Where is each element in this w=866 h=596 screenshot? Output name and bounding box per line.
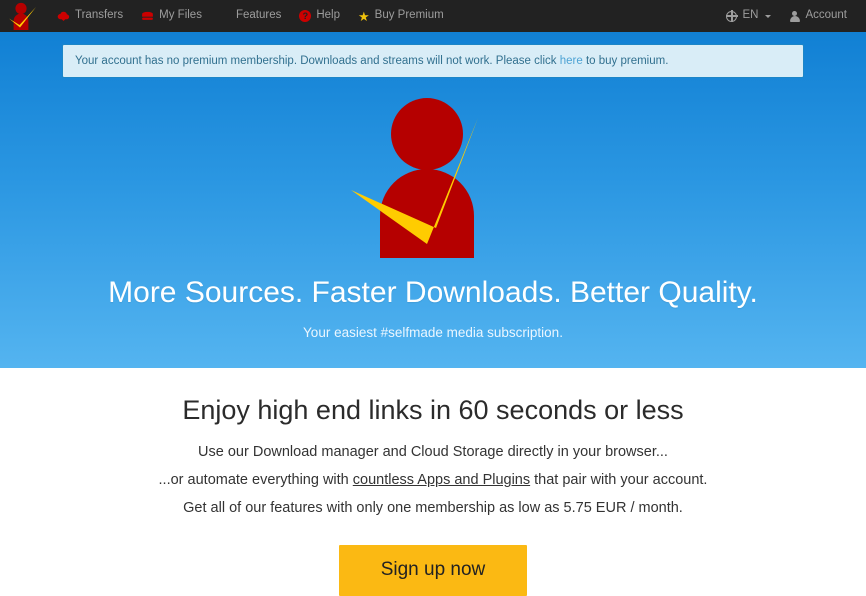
apps-and-plugins-link[interactable]: countless Apps and Plugins	[353, 472, 530, 488]
hero-subtitle: Your easiest #selfmade media subscriptio…	[303, 324, 563, 340]
navbar-right-group: EN Account	[717, 4, 856, 28]
nav-item-label: Transfers	[75, 9, 124, 22]
section-line-2: ...or automate everything with countless…	[0, 470, 866, 491]
nav-item-label: Buy Premium	[374, 9, 444, 22]
star-icon: ★	[358, 8, 370, 24]
alert-text-after: to buy premium.	[582, 55, 669, 67]
alert-buy-premium-link[interactable]: here	[560, 55, 583, 67]
main-section: Enjoy high end links in 60 seconds or le…	[0, 368, 866, 596]
files-stack-icon	[141, 11, 154, 22]
nav-item-my-files[interactable]: My Files	[132, 4, 211, 28]
question-circle-icon: ?	[299, 10, 312, 22]
language-label: EN	[742, 9, 759, 22]
section-heading: Enjoy high end links in 60 seconds or le…	[182, 395, 684, 425]
cloud-download-icon	[57, 11, 70, 22]
nav-item-buy-premium[interactable]: ★ Buy Premium	[349, 4, 453, 29]
nav-item-label: My Files	[159, 9, 202, 22]
hero-title: More Sources. Faster Downloads. Better Q…	[108, 276, 758, 310]
nav-item-transfers[interactable]: Transfers	[48, 4, 132, 28]
sign-up-button[interactable]: Sign up now	[338, 545, 528, 596]
section-line-1: Use our Download manager and Cloud Stora…	[198, 444, 668, 461]
nav-item-label: Features	[235, 9, 282, 22]
user-icon	[789, 10, 800, 22]
hero-section: Your account has no premium membership. …	[0, 32, 866, 368]
nav-item-features[interactable]: Features	[211, 4, 290, 28]
chevron-down-icon	[765, 14, 772, 18]
top-navbar: Transfers My Files Features ? Help ★ Buy…	[0, 0, 866, 32]
nav-item-label: Help	[316, 9, 340, 22]
line2-text-before: ...or automate everything with	[158, 472, 353, 489]
brand-logo-icon[interactable]	[6, 1, 40, 31]
grid-icon	[220, 11, 231, 22]
line2-text-after: that pair with your account.	[530, 472, 708, 489]
nav-item-language[interactable]: EN	[717, 4, 780, 28]
premium-warning-alert: Your account has no premium membership. …	[62, 44, 804, 79]
globe-icon	[726, 10, 738, 22]
account-label: Account	[805, 9, 847, 22]
nav-item-account[interactable]: Account	[780, 4, 856, 28]
cta-container: Sign up now	[0, 545, 866, 596]
navbar-left-group: Transfers My Files Features ? Help ★ Buy…	[6, 1, 453, 31]
mascot-check-logo-icon	[348, 94, 518, 262]
section-line-3: Get all of our features with only one me…	[183, 500, 683, 517]
alert-text-before: Your account has no premium membership. …	[75, 55, 560, 67]
nav-item-help[interactable]: ? Help	[290, 4, 349, 28]
